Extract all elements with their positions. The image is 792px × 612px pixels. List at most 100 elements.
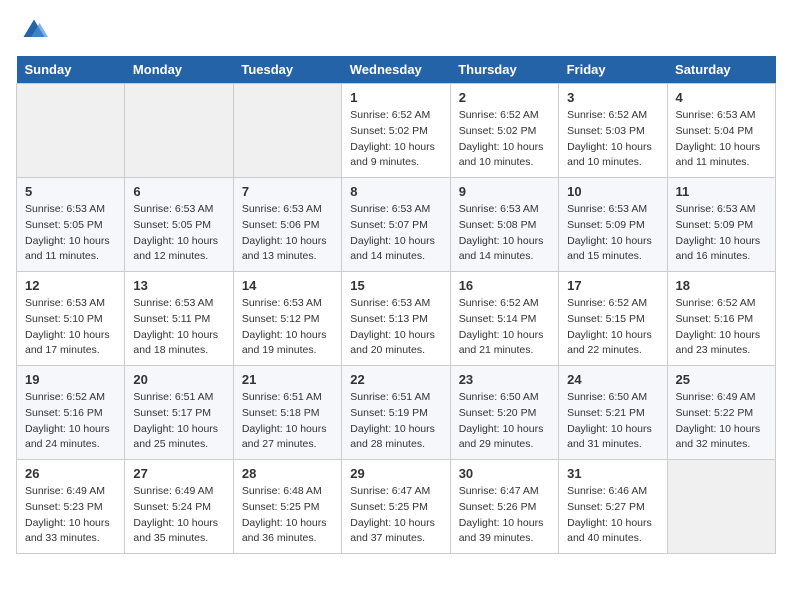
calendar-cell: 29Sunrise: 6:47 AMSunset: 5:25 PMDayligh… [342, 460, 450, 554]
calendar-cell: 13 Sunrise: 6:53 AMSunset: 5:11 PMDayligh… [125, 272, 233, 366]
day-number: 13 [133, 278, 224, 293]
day-info: Sunrise: 6:53 AMSunset: 5:09 PMDaylight:… [567, 202, 658, 265]
day-number: 23 [459, 372, 550, 387]
day-info: Sunrise: 6:52 AMSunset: 5:03 PMDaylight:… [567, 108, 658, 171]
calendar-cell: 3Sunrise: 6:52 AMSunset: 5:03 PMDaylight… [559, 84, 667, 178]
day-info: Sunrise: 6:50 AMSunset: 5:20 PMDaylight:… [459, 390, 550, 453]
calendar-cell: 15 Sunrise: 6:53 AMSunset: 5:13 PMDayligh… [342, 272, 450, 366]
day-number: 18 [676, 278, 767, 293]
calendar-cell: 10 Sunrise: 6:53 AMSunset: 5:09 PMDayligh… [559, 178, 667, 272]
day-number: 26 [25, 466, 116, 481]
calendar-cell [667, 460, 775, 554]
day-info: Sunrise: 6:53 AMSunset: 5:12 PMDaylight:… [242, 296, 333, 359]
calendar-cell: 12 Sunrise: 6:53 AMSunset: 5:10 PMDayligh… [17, 272, 125, 366]
day-info: Sunrise: 6:53 AMSunset: 5:06 PMDaylight:… [242, 202, 333, 265]
calendar-week-row: 1 Sunrise: 6:52 AMSunset: 5:02 PMDaylight… [17, 84, 776, 178]
calendar-table: SundayMondayTuesdayWednesdayThursdayFrid… [16, 56, 776, 554]
weekday-header-sunday: Sunday [17, 56, 125, 84]
day-number: 21 [242, 372, 333, 387]
calendar-cell: 21 Sunrise: 6:51 AMSunset: 5:18 PMDayligh… [233, 366, 341, 460]
day-info: Sunrise: 6:47 AMSunset: 5:26 PMDaylight:… [459, 484, 550, 547]
day-number: 28 [242, 466, 333, 481]
calendar-week-row: 12 Sunrise: 6:53 AMSunset: 5:10 PMDayligh… [17, 272, 776, 366]
weekday-header-tuesday: Tuesday [233, 56, 341, 84]
day-number: 24 [567, 372, 658, 387]
calendar-cell: 25 Sunrise: 6:49 AMSunset: 5:22 PMDayligh… [667, 366, 775, 460]
day-info: Sunrise: 6:52 AMSunset: 5:02 PMDaylight:… [459, 108, 550, 171]
day-info: Sunrise: 6:53 AMSunset: 5:04 PMDaylight:… [676, 108, 767, 171]
day-info: Sunrise: 6:49 AMSunset: 5:22 PMDaylight:… [676, 390, 767, 453]
day-info: Sunrise: 6:51 AMSunset: 5:17 PMDaylight:… [133, 390, 224, 453]
day-info: Sunrise: 6:51 AMSunset: 5:18 PMDaylight:… [242, 390, 333, 453]
day-info: Sunrise: 6:50 AMSunset: 5:21 PMDaylight:… [567, 390, 658, 453]
calendar-cell [125, 84, 233, 178]
day-info: Sunrise: 6:52 AMSunset: 5:14 PMDaylight:… [459, 296, 550, 359]
calendar-cell: 4 Sunrise: 6:53 AMSunset: 5:04 PMDaylight… [667, 84, 775, 178]
day-info: Sunrise: 6:53 AMSunset: 5:05 PMDaylight:… [25, 202, 116, 265]
day-info: Sunrise: 6:48 AMSunset: 5:25 PMDaylight:… [242, 484, 333, 547]
calendar-cell: 23 Sunrise: 6:50 AMSunset: 5:20 PMDayligh… [450, 366, 558, 460]
day-number: 8 [350, 184, 441, 199]
day-number: 2 [459, 90, 550, 105]
calendar-cell: 24 Sunrise: 6:50 AMSunset: 5:21 PMDayligh… [559, 366, 667, 460]
weekday-header-row: SundayMondayTuesdayWednesdayThursdayFrid… [17, 56, 776, 84]
calendar-cell: 27Sunrise: 6:49 AMSunset: 5:24 PMDayligh… [125, 460, 233, 554]
calendar-cell: 9Sunrise: 6:53 AMSunset: 5:08 PMDaylight… [450, 178, 558, 272]
day-number: 4 [676, 90, 767, 105]
calendar-cell: 31 Sunrise: 6:46 AMSunset: 5:27 PMDayligh… [559, 460, 667, 554]
day-number: 20 [133, 372, 224, 387]
day-info: Sunrise: 6:53 AMSunset: 5:07 PMDaylight:… [350, 202, 441, 265]
calendar-week-row: 19Sunrise: 6:52 AMSunset: 5:16 PMDayligh… [17, 366, 776, 460]
calendar-cell: 2 Sunrise: 6:52 AMSunset: 5:02 PMDaylight… [450, 84, 558, 178]
day-number: 7 [242, 184, 333, 199]
weekday-header-thursday: Thursday [450, 56, 558, 84]
day-number: 22 [350, 372, 441, 387]
calendar-cell: 1 Sunrise: 6:52 AMSunset: 5:02 PMDaylight… [342, 84, 450, 178]
day-number: 14 [242, 278, 333, 293]
day-number: 10 [567, 184, 658, 199]
day-info: Sunrise: 6:52 AMSunset: 5:02 PMDaylight:… [350, 108, 441, 171]
day-info: Sunrise: 6:52 AMSunset: 5:16 PMDaylight:… [25, 390, 116, 453]
calendar-cell: 19Sunrise: 6:52 AMSunset: 5:16 PMDayligh… [17, 366, 125, 460]
day-number: 17 [567, 278, 658, 293]
day-number: 9 [459, 184, 550, 199]
weekday-header-monday: Monday [125, 56, 233, 84]
calendar-cell: 17 Sunrise: 6:52 AMSunset: 5:15 PMDayligh… [559, 272, 667, 366]
calendar-cell: 30 Sunrise: 6:47 AMSunset: 5:26 PMDayligh… [450, 460, 558, 554]
day-number: 15 [350, 278, 441, 293]
calendar-cell [17, 84, 125, 178]
day-number: 1 [350, 90, 441, 105]
logo [16, 16, 48, 44]
calendar-cell: 20 Sunrise: 6:51 AMSunset: 5:17 PMDayligh… [125, 366, 233, 460]
calendar-cell: 5 Sunrise: 6:53 AMSunset: 5:05 PMDaylight… [17, 178, 125, 272]
weekday-header-wednesday: Wednesday [342, 56, 450, 84]
calendar-cell [233, 84, 341, 178]
weekday-header-saturday: Saturday [667, 56, 775, 84]
day-number: 5 [25, 184, 116, 199]
calendar-cell: 11Sunrise: 6:53 AMSunset: 5:09 PMDayligh… [667, 178, 775, 272]
day-info: Sunrise: 6:49 AMSunset: 5:23 PMDaylight:… [25, 484, 116, 547]
calendar-cell: 26 Sunrise: 6:49 AMSunset: 5:23 PMDayligh… [17, 460, 125, 554]
calendar-cell: 7 Sunrise: 6:53 AMSunset: 5:06 PMDaylight… [233, 178, 341, 272]
day-number: 25 [676, 372, 767, 387]
calendar-cell: 6Sunrise: 6:53 AMSunset: 5:05 PMDaylight… [125, 178, 233, 272]
calendar-week-row: 5 Sunrise: 6:53 AMSunset: 5:05 PMDaylight… [17, 178, 776, 272]
day-info: Sunrise: 6:46 AMSunset: 5:27 PMDaylight:… [567, 484, 658, 547]
page-header [16, 16, 776, 44]
calendar-cell: 28 Sunrise: 6:48 AMSunset: 5:25 PMDayligh… [233, 460, 341, 554]
day-info: Sunrise: 6:51 AMSunset: 5:19 PMDaylight:… [350, 390, 441, 453]
day-number: 11 [676, 184, 767, 199]
day-number: 16 [459, 278, 550, 293]
day-info: Sunrise: 6:53 AMSunset: 5:13 PMDaylight:… [350, 296, 441, 359]
calendar-cell: 14 Sunrise: 6:53 AMSunset: 5:12 PMDayligh… [233, 272, 341, 366]
day-info: Sunrise: 6:49 AMSunset: 5:24 PMDaylight:… [133, 484, 224, 547]
day-number: 31 [567, 466, 658, 481]
day-number: 30 [459, 466, 550, 481]
day-info: Sunrise: 6:53 AMSunset: 5:05 PMDaylight:… [133, 202, 224, 265]
calendar-cell: 18Sunrise: 6:52 AMSunset: 5:16 PMDayligh… [667, 272, 775, 366]
day-info: Sunrise: 6:53 AMSunset: 5:11 PMDaylight:… [133, 296, 224, 359]
day-number: 29 [350, 466, 441, 481]
day-info: Sunrise: 6:53 AMSunset: 5:10 PMDaylight:… [25, 296, 116, 359]
day-info: Sunrise: 6:52 AMSunset: 5:15 PMDaylight:… [567, 296, 658, 359]
day-number: 12 [25, 278, 116, 293]
